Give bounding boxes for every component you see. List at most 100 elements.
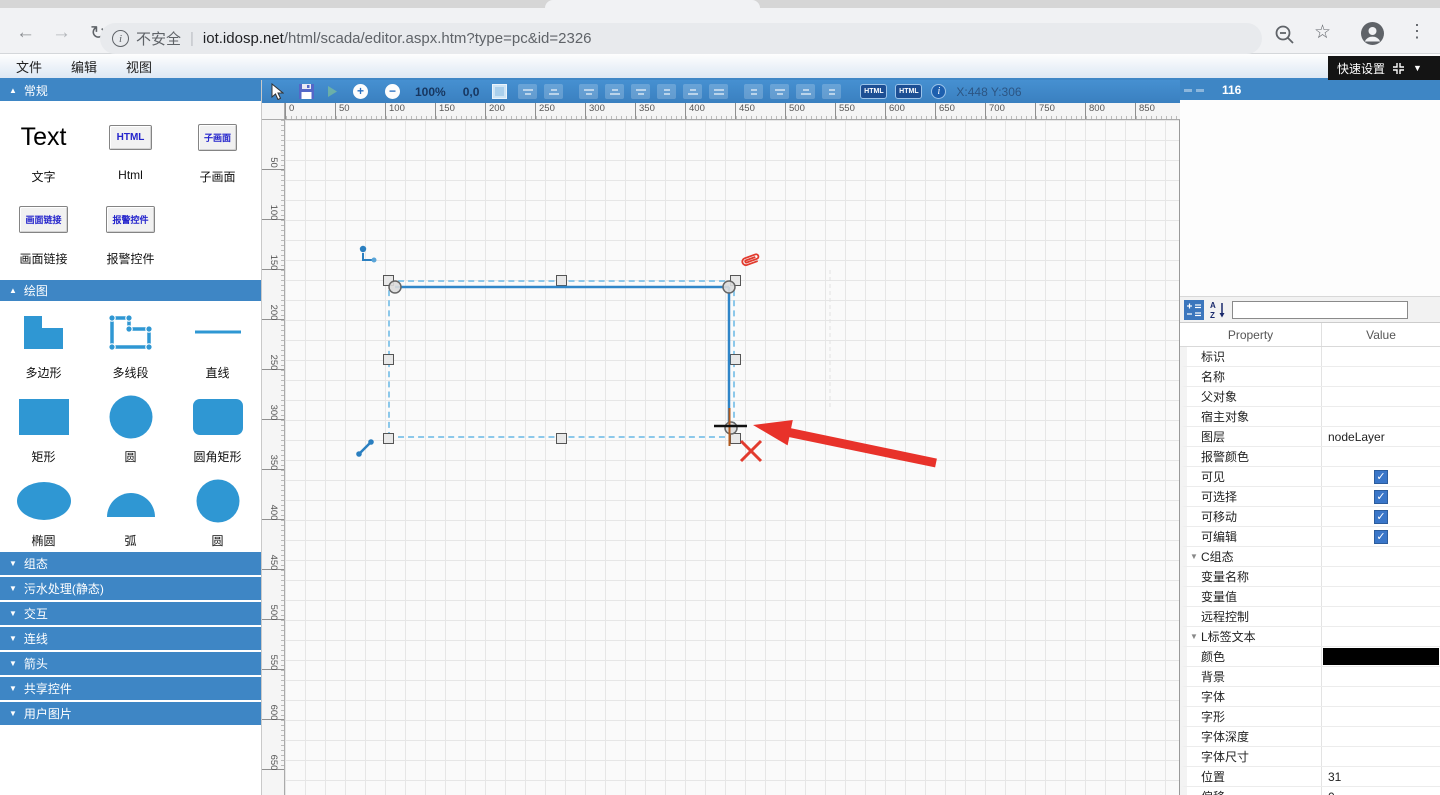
sort-az-icon[interactable]: AZ xyxy=(1209,300,1227,320)
property-value[interactable]: #000000 xyxy=(1321,647,1440,666)
save-icon[interactable] xyxy=(299,83,314,100)
object-tree-area[interactable] xyxy=(1180,100,1440,297)
property-row[interactable]: 图层 nodeLayer xyxy=(1180,427,1440,447)
property-filter-input[interactable] xyxy=(1232,300,1408,319)
property-value[interactable] xyxy=(1321,387,1440,406)
property-row[interactable]: 宿主对象 xyxy=(1180,407,1440,427)
checkbox-checked-icon[interactable]: ✓ xyxy=(1374,469,1388,484)
vertex-handle[interactable] xyxy=(388,280,402,294)
palette-item-rounded-rect[interactable]: 圆角矩形 xyxy=(174,393,261,465)
categorize-icon[interactable] xyxy=(1184,299,1204,320)
property-value[interactable] xyxy=(1321,587,1440,606)
property-value[interactable] xyxy=(1321,727,1440,746)
checkbox-checked-icon[interactable]: ✓ xyxy=(1374,529,1388,544)
palette-item-polygon[interactable]: 多边形 xyxy=(0,309,87,381)
property-row[interactable]: 可选择 ✓ xyxy=(1180,487,1440,507)
sidebar-section-drawing[interactable]: ▲ 绘图 xyxy=(0,280,261,301)
group-triangle-icon[interactable]: ▼ xyxy=(1187,552,1201,561)
vertex-handle[interactable] xyxy=(722,280,736,294)
run-icon[interactable] xyxy=(327,83,338,100)
select-cursor-icon[interactable] xyxy=(271,83,284,100)
property-row[interactable]: 字体 xyxy=(1180,687,1440,707)
menu-view[interactable]: 视图 xyxy=(113,57,165,76)
property-value[interactable]: ✓ xyxy=(1321,487,1440,506)
palette-item-arc[interactable]: 弧 xyxy=(87,477,174,549)
property-row[interactable]: ▼ C组态 xyxy=(1180,547,1440,567)
color-swatch[interactable] xyxy=(1323,648,1439,665)
property-row[interactable]: 报警颜色 xyxy=(1180,447,1440,467)
palette-item-circle2[interactable]: 圆 xyxy=(174,477,261,549)
canvas-settings-icon[interactable] xyxy=(492,83,508,100)
palette-item-ellipse[interactable]: 椭圆 xyxy=(0,477,87,549)
property-value[interactable] xyxy=(1321,367,1440,386)
sidebar-section-header[interactable]: ▼ 共享控件 xyxy=(0,677,261,700)
zoom-in-icon[interactable]: + xyxy=(353,84,368,99)
palette-item-rect[interactable]: 矩形 xyxy=(0,393,87,465)
property-row[interactable]: 变量名称 xyxy=(1180,567,1440,587)
column-property[interactable]: Property xyxy=(1180,328,1321,342)
palette-item-html[interactable]: HTML Html xyxy=(87,113,174,185)
bookmark-star-icon[interactable]: ☆ xyxy=(1314,21,1331,44)
column-value[interactable]: Value xyxy=(1321,323,1440,346)
property-value[interactable]: ✓ xyxy=(1321,527,1440,546)
property-value[interactable]: ✓ xyxy=(1321,507,1440,526)
property-row[interactable]: 颜色 #000000 xyxy=(1180,647,1440,667)
menu-edit[interactable]: 编辑 xyxy=(58,57,110,76)
sidebar-section-header[interactable]: ▼ 箭头 xyxy=(0,652,261,675)
property-row[interactable]: 变量值 xyxy=(1180,587,1440,607)
sidebar-section-header[interactable]: ▼ 组态 xyxy=(0,552,261,575)
palette-item-polyline[interactable]: 多线段 xyxy=(87,309,174,381)
palette-item-line[interactable]: 直线 xyxy=(174,309,261,381)
delete-x-icon[interactable] xyxy=(739,439,763,463)
sidebar-section-header[interactable]: ▼ 连线 xyxy=(0,627,261,650)
palette-item-screen-link[interactable]: 画面链接 画面链接 xyxy=(0,195,87,267)
active-tab[interactable] xyxy=(545,0,760,8)
property-row[interactable]: 名称 xyxy=(1180,367,1440,387)
property-row[interactable]: 偏移 0 xyxy=(1180,787,1440,795)
property-row[interactable]: 远程控制 xyxy=(1180,607,1440,627)
property-value[interactable] xyxy=(1321,407,1440,426)
property-row[interactable]: 字形 xyxy=(1180,707,1440,727)
sidebar-section-header[interactable]: ▼ 交互 xyxy=(0,602,261,625)
property-value[interactable] xyxy=(1321,567,1440,586)
property-row[interactable]: 位置 31 xyxy=(1180,767,1440,787)
right-panel-header[interactable]: 116 xyxy=(1180,80,1440,100)
property-row[interactable]: 字体深度 xyxy=(1180,727,1440,747)
info-icon[interactable]: i xyxy=(931,84,947,99)
quick-settings[interactable]: 快速设置 ▼ xyxy=(1328,56,1440,80)
property-value[interactable]: ✓ xyxy=(1321,467,1440,486)
property-value[interactable]: 0 xyxy=(1321,787,1440,795)
html-export-icon[interactable]: HTML xyxy=(860,84,888,99)
avatar-icon[interactable] xyxy=(1360,21,1385,49)
palette-item-circle[interactable]: 圆 xyxy=(87,393,174,465)
property-row[interactable]: 可编辑 ✓ xyxy=(1180,527,1440,547)
sidebar-section-header[interactable]: ▼ 用户图片 xyxy=(0,702,261,725)
browser-menu-dots-icon[interactable]: ⋮ xyxy=(1408,21,1426,42)
property-value[interactable]: 31 xyxy=(1321,767,1440,786)
property-row[interactable]: 背景 xyxy=(1180,667,1440,687)
property-value[interactable] xyxy=(1321,627,1440,646)
palette-item-subscreen[interactable]: 子画面 子画面 xyxy=(174,113,261,185)
zoom-out-icon[interactable]: − xyxy=(385,84,400,99)
vertex-handle[interactable] xyxy=(724,421,738,435)
group-triangle-icon[interactable]: ▼ xyxy=(1187,632,1201,641)
palette-item-text[interactable]: Text 文字 xyxy=(0,113,87,185)
sidebar-section-general[interactable]: ▲ 常规 xyxy=(0,80,261,101)
design-canvas[interactable] xyxy=(285,120,1180,795)
address-bar[interactable]: i 不安全 | iot.idosp.net/html/scada/editor.… xyxy=(100,23,1262,54)
checkbox-checked-icon[interactable]: ✓ xyxy=(1374,509,1388,524)
property-value[interactable] xyxy=(1321,447,1440,466)
property-value[interactable]: nodeLayer xyxy=(1321,427,1440,446)
palette-item-alarm[interactable]: 报警控件 报警控件 xyxy=(87,195,174,267)
property-row[interactable]: 可见 ✓ xyxy=(1180,467,1440,487)
sidebar-section-header[interactable]: ▼ 污水处理(静态) xyxy=(0,577,261,600)
forward-icon[interactable]: → xyxy=(52,22,71,44)
property-row[interactable]: 可移动 ✓ xyxy=(1180,507,1440,527)
collapse-icon[interactable] xyxy=(1392,62,1405,75)
property-value[interactable] xyxy=(1321,667,1440,686)
property-value[interactable] xyxy=(1321,607,1440,626)
property-value[interactable] xyxy=(1321,547,1440,566)
property-value[interactable] xyxy=(1321,347,1440,366)
property-value[interactable] xyxy=(1321,687,1440,706)
menu-file[interactable]: 文件 xyxy=(3,57,55,76)
